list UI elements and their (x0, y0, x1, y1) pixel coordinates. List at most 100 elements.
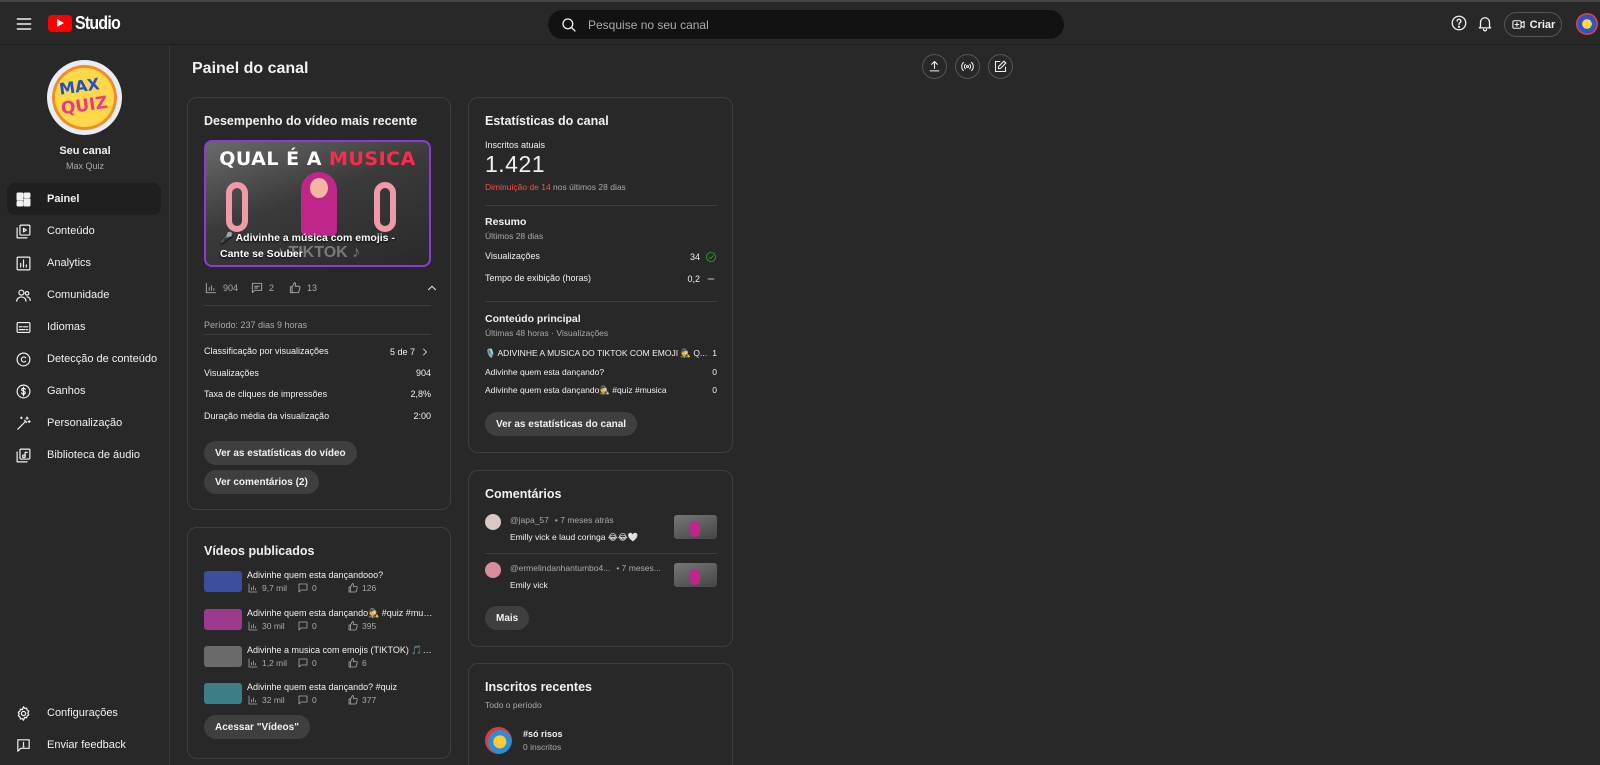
video-comments-button[interactable]: Ver comentários (2) (204, 470, 319, 494)
likes-value: 377 (362, 695, 377, 705)
top-content-row[interactable]: Adivinhe quem esta dançando? 0 (485, 367, 717, 377)
video-title[interactable]: Adivinhe quem esta dançando? #quiz (247, 682, 434, 692)
upload-icon (929, 60, 940, 72)
sidebar-item-label: Personalização (47, 417, 123, 429)
sidebar-item-configuracoes[interactable]: Configurações (7, 697, 161, 729)
notifications-bell-icon[interactable] (1476, 14, 1494, 32)
row-label: Tempo de exibição (horas) (485, 273, 592, 283)
chevron-right-icon (423, 348, 427, 356)
page-title: Painel do canal (192, 60, 309, 77)
row-label: Adivinhe quem esta dançando🕵️ #quiz #mus… (485, 385, 667, 395)
create-post-button[interactable] (988, 54, 1013, 79)
ctr-row: Taxa de cliques de impressões 2,8% (204, 389, 431, 399)
studio-logo[interactable]: Studio (48, 13, 126, 34)
sidebar-item-deteccao[interactable]: Detecção de conteúdo (7, 343, 161, 375)
chevron-up-icon[interactable] (425, 281, 439, 295)
row-value: 5 de 7 (389, 347, 415, 357)
go-to-videos-button[interactable]: Acessar "Vídeos" (204, 715, 310, 739)
comment-text: Emily vick (510, 580, 548, 590)
sidebar-item-ganhos[interactable]: Ganhos (7, 375, 161, 407)
sidebar-item-conteudo[interactable]: Conteúdo (7, 215, 161, 247)
comments-value: 0 (312, 658, 317, 668)
latest-video-caption: 🎤 Adivinhe a música com emojis - Cante s… (220, 232, 395, 260)
more-comments-button[interactable]: Mais (485, 606, 530, 630)
sidebar-item-personalizacao[interactable]: Personalização (7, 407, 161, 439)
video-thumbnail[interactable] (204, 646, 242, 667)
views-value: 904 (223, 283, 239, 293)
comment-icon (251, 282, 263, 294)
subscriber-name[interactable]: #só risos (523, 729, 563, 739)
video-thumbnail[interactable] (204, 571, 242, 592)
sidebar-item-analytics[interactable]: Analytics (7, 247, 161, 279)
latest-video-thumbnail[interactable]: QUAL É A MUSICA ♪ TIKTOK ♪ 🎤 Adivinhe a … (204, 140, 431, 267)
row-label: Duração média da visualização (204, 411, 330, 421)
top-content-row[interactable]: 🎙️ ADIVINHE A MUSICA DO TIKTOK COM EMOJI… (485, 348, 717, 359)
go-live-button[interactable] (955, 54, 980, 79)
sidebar-item-label: Painel (47, 193, 80, 205)
likes-value: 395 (362, 621, 377, 631)
thumbs-up-icon (348, 583, 358, 593)
channel-avatar[interactable]: MAX QUIZ (47, 60, 122, 135)
video-title[interactable]: Adivinhe quem esta dançando🕵️ #quiz #mus… (247, 608, 434, 619)
sidebar-item-enviar-feedback[interactable]: Enviar feedback (7, 729, 161, 761)
row-value: 904 (415, 368, 431, 378)
dashboard-icon (16, 192, 31, 206)
comment-video-thumbnail[interactable] (674, 563, 717, 587)
comment-user[interactable]: @ermelindanhantumbo4... (510, 563, 610, 573)
comments-value: 2 (269, 283, 275, 293)
subscriber-avatar[interactable] (485, 727, 512, 754)
row-value: 0 (712, 367, 717, 377)
thumbnail-character (301, 172, 337, 236)
views-value: 1,2 mil (262, 658, 288, 668)
upload-button[interactable] (922, 54, 947, 79)
account-avatar[interactable] (1576, 13, 1598, 35)
sidebar-item-label: Idiomas (47, 321, 86, 333)
thumbnail-worm-left (226, 182, 248, 232)
subs-label: Inscritos atuais (485, 140, 546, 150)
card-title: Comentários (485, 487, 562, 501)
audio-library-icon (16, 448, 31, 462)
summary-period: Últimos 28 dias (485, 231, 544, 241)
commenter-avatar[interactable] (485, 514, 501, 530)
studio-label: Studio (75, 13, 121, 33)
dollar-icon (16, 384, 31, 398)
sidebar-item-painel[interactable]: Painel (7, 183, 161, 215)
row-value: 1 (712, 348, 717, 358)
search-input[interactable] (588, 17, 1028, 32)
channel-stats-button[interactable]: Ver as estatísticas do canal (485, 412, 638, 436)
top-bar: Studio Criar (0, 0, 1600, 45)
views-value: 32 mil (262, 695, 285, 705)
youtube-logo-icon (48, 15, 72, 32)
bar-chart-icon (248, 695, 258, 705)
comment-video-thumbnail[interactable] (674, 515, 717, 539)
commenter-avatar[interactable] (485, 562, 501, 578)
menu-icon[interactable] (12, 12, 36, 36)
sidebar-item-idiomas[interactable]: Idiomas (7, 311, 161, 343)
likes-value: 126 (362, 583, 377, 593)
summary-title: Resumo (485, 216, 527, 228)
video-thumbnail[interactable] (204, 609, 242, 630)
published-videos-card: Vídeos publicados Adivinhe quem esta dan… (187, 527, 451, 759)
help-icon[interactable] (1450, 14, 1468, 32)
recent-subscribers-card: Inscritos recentes Todo o período #só ri… (468, 663, 733, 765)
sidebar-item-comunidade[interactable]: Comunidade (7, 279, 161, 311)
video-stats-button[interactable]: Ver as estatísticas do vídeo (204, 441, 357, 465)
video-title[interactable]: Adivinhe quem esta dançandooo? (247, 570, 434, 580)
card-title: Estatísticas do canal (485, 114, 609, 128)
video-title[interactable]: Adivinhe a musica com emojis (TIKTOK) 🎵 … (247, 645, 434, 656)
video-thumbnail[interactable] (204, 683, 242, 704)
subs-change: Diminuição de 14 nos últimos 28 dias (485, 182, 626, 192)
comment-user[interactable]: @japa_57 (510, 515, 549, 525)
sidebar-item-biblioteca-audio[interactable]: Biblioteca de áudio (7, 439, 161, 471)
create-button[interactable]: Criar (1504, 12, 1562, 37)
search-bar[interactable] (548, 10, 1064, 39)
sidebar-item-label: Detecção de conteúdo (47, 353, 158, 365)
video-stats: 9,7 mil 0 126 (247, 582, 376, 594)
top-content-row[interactable]: Adivinhe quem esta dançando🕵️ #quiz #mus… (485, 385, 717, 396)
bar-chart-icon (248, 658, 258, 668)
thumbs-up-icon (348, 621, 358, 631)
rank-row[interactable]: Classificação por visualizações 5 de 7 (204, 346, 431, 358)
comment-icon (298, 658, 308, 668)
top-content-period: Últimas 48 horas · Visualizações (485, 328, 609, 338)
channel-name: Max Quiz (65, 161, 104, 171)
